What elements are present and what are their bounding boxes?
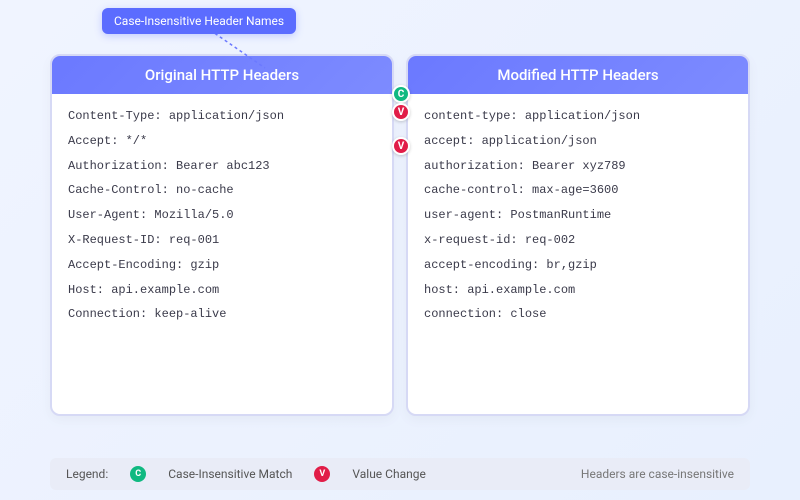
callout-connector	[210, 30, 270, 70]
original-headers-panel: Original HTTP Headers Content-Type: appl…	[50, 54, 394, 416]
marker-v-label: V	[398, 141, 405, 152]
header-line: Authorization: Bearer abc123	[68, 158, 376, 175]
marker-value-change: V	[392, 137, 410, 155]
legend-bar: Legend: C Case-Insensitive Match V Value…	[50, 458, 750, 490]
header-line: accept-encoding: br,gzip	[424, 257, 732, 274]
callout-bubble: Case-Insensitive Header Names	[102, 8, 296, 34]
modified-headers-panel: Modified HTTP Headers content-type: appl…	[406, 54, 750, 416]
modified-panel-body: content-type: application/json accept: a…	[408, 94, 748, 414]
legend-badge-case: C	[130, 466, 146, 482]
header-line: Accept: */*	[68, 133, 376, 150]
legend-note: Headers are case-insensitive	[581, 467, 734, 481]
header-line: Connection: keep-alive	[68, 306, 376, 323]
header-line: Cache-Control: no-cache	[68, 182, 376, 199]
header-line: user-agent: PostmanRuntime	[424, 207, 732, 224]
header-line: X-Request-ID: req-001	[68, 232, 376, 249]
header-line: x-request-id: req-002	[424, 232, 732, 249]
modified-panel-title: Modified HTTP Headers	[408, 56, 748, 94]
header-line: Host: api.example.com	[68, 282, 376, 299]
legend-case-text: Case-Insensitive Match	[168, 467, 292, 481]
legend-badge-value: V	[314, 466, 330, 482]
header-line: Content-Type: application/json	[68, 108, 376, 125]
header-line: authorization: Bearer xyz789	[424, 158, 732, 175]
header-line: Accept-Encoding: gzip	[68, 257, 376, 274]
header-line: content-type: application/json	[424, 108, 732, 125]
legend-value-text: Value Change	[352, 467, 425, 481]
header-line: accept: application/json	[424, 133, 732, 150]
marker-v-label: V	[398, 107, 405, 118]
header-line: connection: close	[424, 306, 732, 323]
legend-label: Legend:	[66, 467, 108, 481]
header-line: User-Agent: Mozilla/5.0	[68, 207, 376, 224]
header-line: cache-control: max-age=3600	[424, 182, 732, 199]
marker-case-match: C	[392, 85, 410, 103]
callout-text: Case-Insensitive Header Names	[114, 14, 284, 28]
header-line: host: api.example.com	[424, 282, 732, 299]
original-panel-body: Content-Type: application/json Accept: *…	[52, 94, 392, 414]
marker-c-label: C	[398, 89, 405, 100]
marker-value-change: V	[392, 103, 410, 121]
